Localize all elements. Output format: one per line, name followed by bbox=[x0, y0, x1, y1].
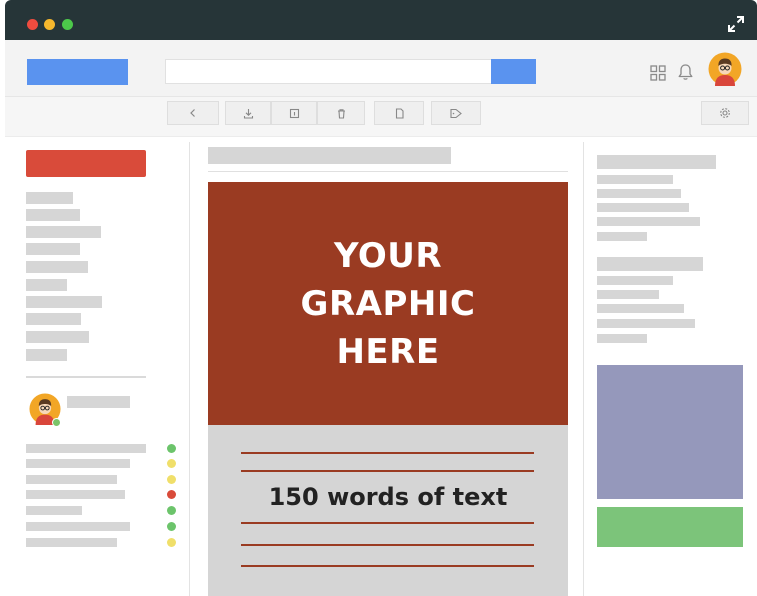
download-button[interactable] bbox=[225, 101, 271, 125]
settings-icon bbox=[720, 108, 730, 118]
bell-icon[interactable] bbox=[677, 63, 694, 81]
sidebar-item-3[interactable] bbox=[26, 226, 101, 238]
apps-grid-icon[interactable] bbox=[650, 65, 666, 81]
right-panel-line-6 bbox=[597, 276, 673, 285]
sidebar-item-1[interactable] bbox=[26, 192, 73, 204]
ad-block-small[interactable] bbox=[597, 507, 743, 547]
graphic-placeholder-text: YOUR GRAPHIC HERE bbox=[300, 235, 476, 372]
contact-list-item-6[interactable] bbox=[26, 522, 130, 531]
contact-status-dot-2 bbox=[167, 459, 176, 468]
text-rule-4 bbox=[241, 544, 534, 546]
text-rule-5 bbox=[241, 565, 534, 567]
subject-divider bbox=[208, 171, 568, 172]
sidebar-item-7[interactable] bbox=[26, 296, 102, 308]
contact-status-dot-6 bbox=[167, 522, 176, 531]
sidebar-item-4[interactable] bbox=[26, 243, 80, 255]
delete-icon bbox=[337, 108, 345, 119]
right-panel-line-2 bbox=[597, 189, 681, 198]
sidebar-item-8[interactable] bbox=[26, 313, 81, 325]
right-panel-line-9 bbox=[597, 319, 695, 328]
contact-list-item-3[interactable] bbox=[26, 475, 117, 484]
contact-status-dot-3 bbox=[167, 475, 176, 484]
contact-list-item-7[interactable] bbox=[26, 538, 117, 547]
right-column-divider bbox=[583, 142, 584, 596]
tag-button[interactable] bbox=[431, 101, 481, 125]
maximize-window-button[interactable] bbox=[62, 19, 73, 30]
graphic-placeholder: YOUR GRAPHIC HERE bbox=[208, 182, 568, 425]
minimize-window-button[interactable] bbox=[44, 19, 55, 30]
sidebar-item-2[interactable] bbox=[26, 209, 80, 221]
app-header bbox=[5, 40, 757, 97]
back-icon bbox=[190, 109, 195, 117]
right-panel-line-4 bbox=[597, 217, 700, 226]
compose-button[interactable] bbox=[26, 150, 146, 177]
right-panel-heading-1 bbox=[597, 155, 716, 169]
info-button[interactable] bbox=[271, 101, 317, 125]
settings-button[interactable] bbox=[701, 101, 749, 125]
sidebar-divider bbox=[26, 376, 146, 378]
search-button[interactable] bbox=[491, 59, 536, 84]
message-subject bbox=[208, 147, 451, 164]
expand-icon[interactable] bbox=[727, 15, 745, 33]
right-panel-line-5 bbox=[597, 232, 647, 241]
delete-button[interactable] bbox=[317, 101, 365, 125]
text-rule-1 bbox=[241, 452, 534, 454]
right-panel-line-1 bbox=[597, 175, 673, 184]
text-rule-3 bbox=[241, 522, 534, 524]
document-button[interactable] bbox=[374, 101, 424, 125]
user-avatar[interactable] bbox=[708, 52, 742, 86]
contact-status-dot-1 bbox=[167, 444, 176, 453]
close-window-button[interactable] bbox=[27, 19, 38, 30]
contact-status-dot-4 bbox=[167, 490, 176, 499]
browser-window: YOUR GRAPHIC HERE 150 words of text bbox=[5, 0, 757, 596]
contact-list-item-2[interactable] bbox=[26, 459, 130, 468]
sidebar-item-6[interactable] bbox=[26, 279, 67, 291]
search-input[interactable] bbox=[165, 59, 492, 84]
right-panel-line-8 bbox=[597, 304, 684, 313]
title-bar bbox=[5, 0, 757, 40]
contact-list-item-1[interactable] bbox=[26, 444, 146, 453]
info-icon bbox=[289, 108, 299, 118]
right-panel-heading-2 bbox=[597, 257, 703, 271]
contact-status-dot-5 bbox=[167, 506, 176, 515]
message-toolbar bbox=[5, 97, 757, 131]
sidebar-item-5[interactable] bbox=[26, 261, 88, 273]
right-panel-line-10 bbox=[597, 334, 647, 343]
text-placeholder: 150 words of text bbox=[208, 425, 568, 596]
back-button[interactable] bbox=[167, 101, 219, 125]
app-logo[interactable] bbox=[27, 59, 128, 85]
right-panel-line-7 bbox=[597, 290, 659, 299]
left-column-divider bbox=[189, 142, 190, 596]
download-icon bbox=[243, 108, 253, 119]
right-panel-line-3 bbox=[597, 203, 689, 212]
document-icon bbox=[395, 107, 404, 119]
ad-block-large[interactable] bbox=[597, 365, 743, 499]
online-status-dot bbox=[52, 418, 61, 427]
sidebar-item-9[interactable] bbox=[26, 331, 89, 343]
contact-status-dot-7 bbox=[167, 538, 176, 547]
contact-list-item-5[interactable] bbox=[26, 506, 82, 515]
text-rule-2 bbox=[241, 470, 534, 472]
contact-list-item-4[interactable] bbox=[26, 490, 125, 499]
text-placeholder-label: 150 words of text bbox=[268, 483, 508, 511]
tag-icon bbox=[450, 108, 462, 118]
sidebar-item-10[interactable] bbox=[26, 349, 67, 361]
contact-name bbox=[67, 396, 130, 408]
